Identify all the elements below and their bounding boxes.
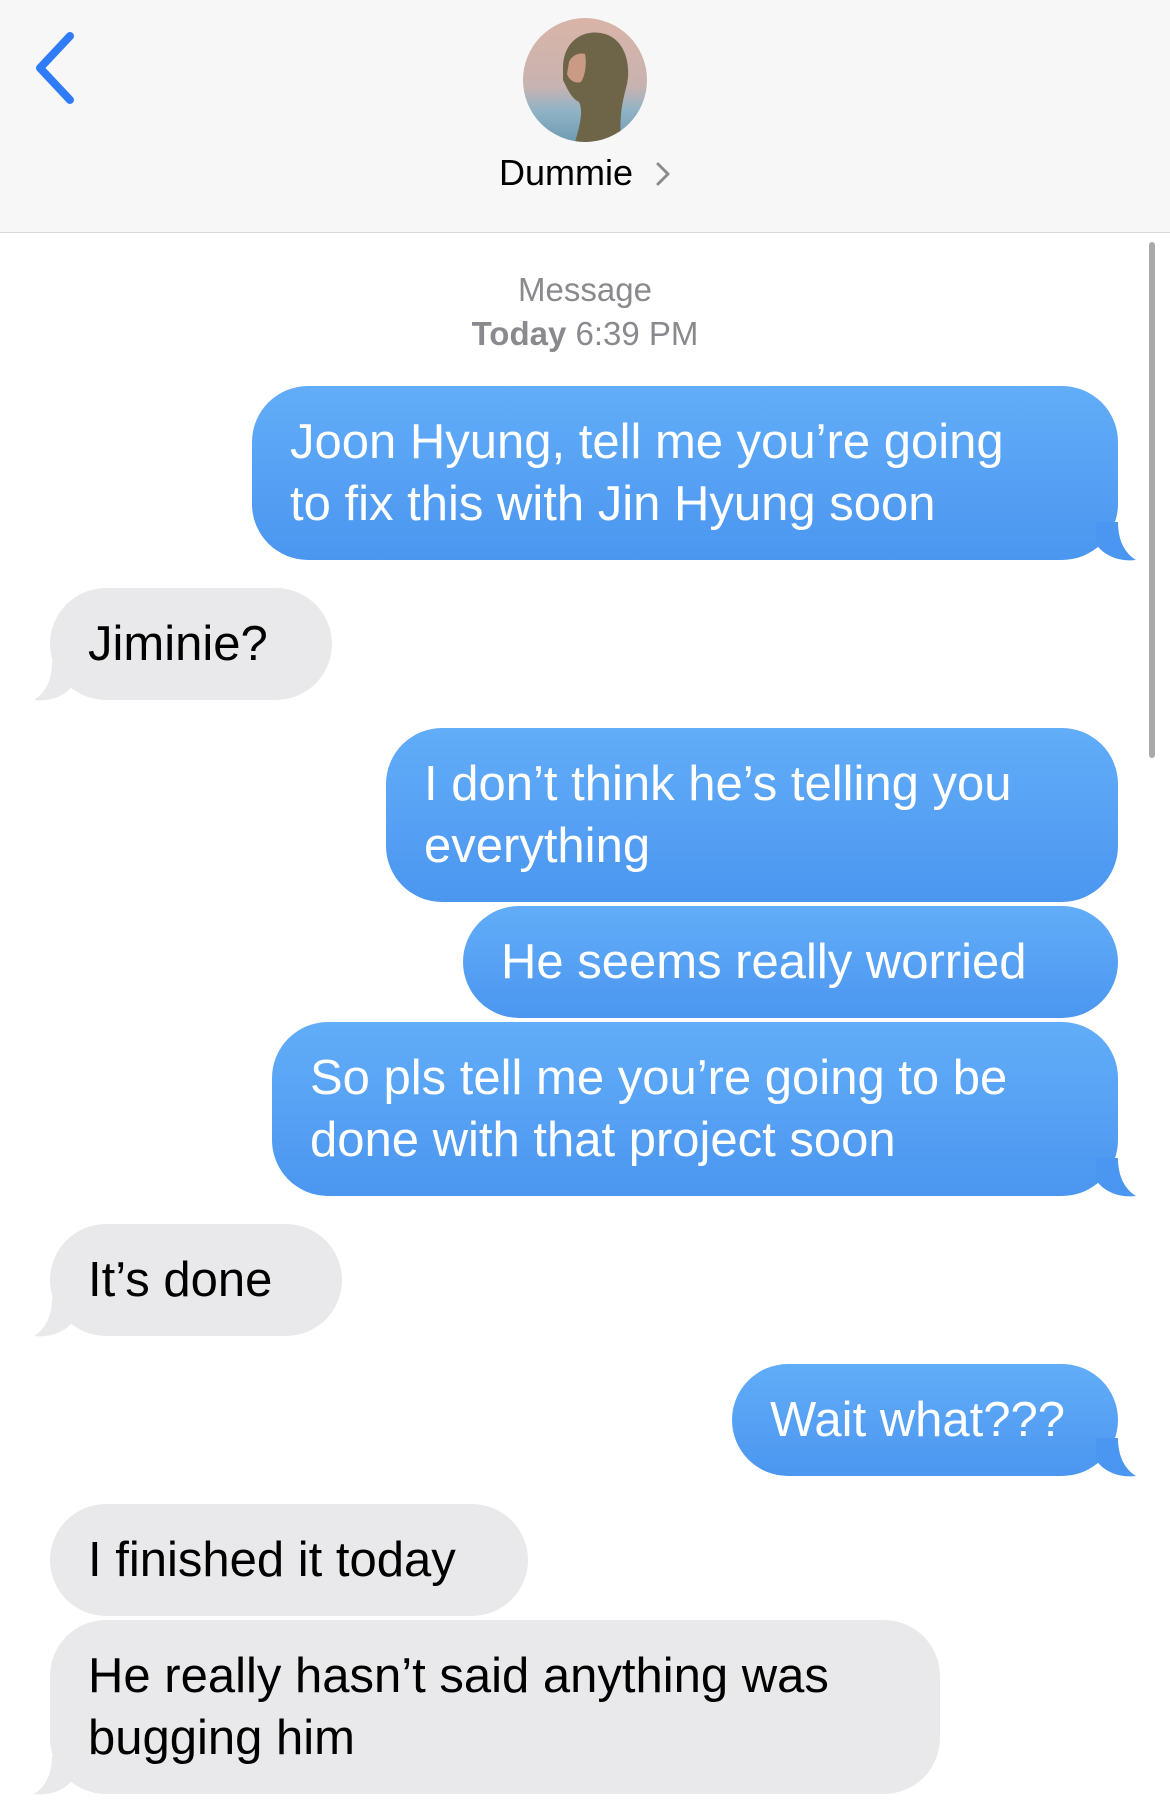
message-text: Wait what??? <box>770 1393 1066 1447</box>
thread-meta: Message Today 6:39 PM <box>0 268 1170 356</box>
received-bubble-tail <box>34 1298 74 1337</box>
received-message-bubble[interactable]: It’s done <box>50 1224 342 1336</box>
message-text: Jiminie? <box>88 617 268 671</box>
back-button[interactable] <box>30 28 90 108</box>
contact-name: Dummie <box>498 152 633 193</box>
received-message-bubble[interactable]: Jiminie? <box>50 588 332 700</box>
sent-message-bubble[interactable]: Joon Hyung, tell me you’re going to fix … <box>252 386 1118 560</box>
message-text: I finished it today <box>88 1533 456 1587</box>
timestamp: Today 6:39 PM <box>471 315 699 352</box>
chevron-right-icon <box>655 154 671 196</box>
sent-message-bubble[interactable]: He seems really worried <box>463 906 1118 1018</box>
sent-message-bubble[interactable]: So pls tell me you’re going to be done w… <box>272 1022 1118 1196</box>
received-message-bubble[interactable]: He really hasn’t said anything was buggi… <box>50 1620 940 1794</box>
message-text: He really hasn’t said anything was buggi… <box>88 1649 829 1765</box>
contact-name-button[interactable]: Dummie <box>0 152 1170 196</box>
received-message-bubble[interactable]: I finished it today <box>50 1504 528 1616</box>
message-text: I don’t think he’s telling you everythin… <box>424 757 1012 873</box>
received-bubble-tail <box>34 662 74 701</box>
sent-bubble-tail <box>1096 1158 1136 1197</box>
sent-message-bubble[interactable]: Wait what??? <box>732 1364 1118 1476</box>
chevron-left-icon <box>36 32 74 104</box>
contact-avatar[interactable] <box>523 18 647 142</box>
sent-bubble-tail <box>1096 1438 1136 1477</box>
message-text: It’s done <box>88 1253 273 1307</box>
message-text: Joon Hyung, tell me you’re going to fix … <box>290 415 1004 531</box>
message-text: He seems really worried <box>501 935 1027 989</box>
sent-message-bubble[interactable]: I don’t think he’s telling you everythin… <box>386 728 1118 902</box>
conversation-header: Dummie <box>0 0 1170 233</box>
service-label: Message <box>518 271 652 308</box>
message-text: So pls tell me you’re going to be done w… <box>310 1051 1008 1167</box>
received-bubble-tail <box>34 1756 74 1795</box>
sent-bubble-tail <box>1096 522 1136 561</box>
avatar-image <box>523 18 647 142</box>
